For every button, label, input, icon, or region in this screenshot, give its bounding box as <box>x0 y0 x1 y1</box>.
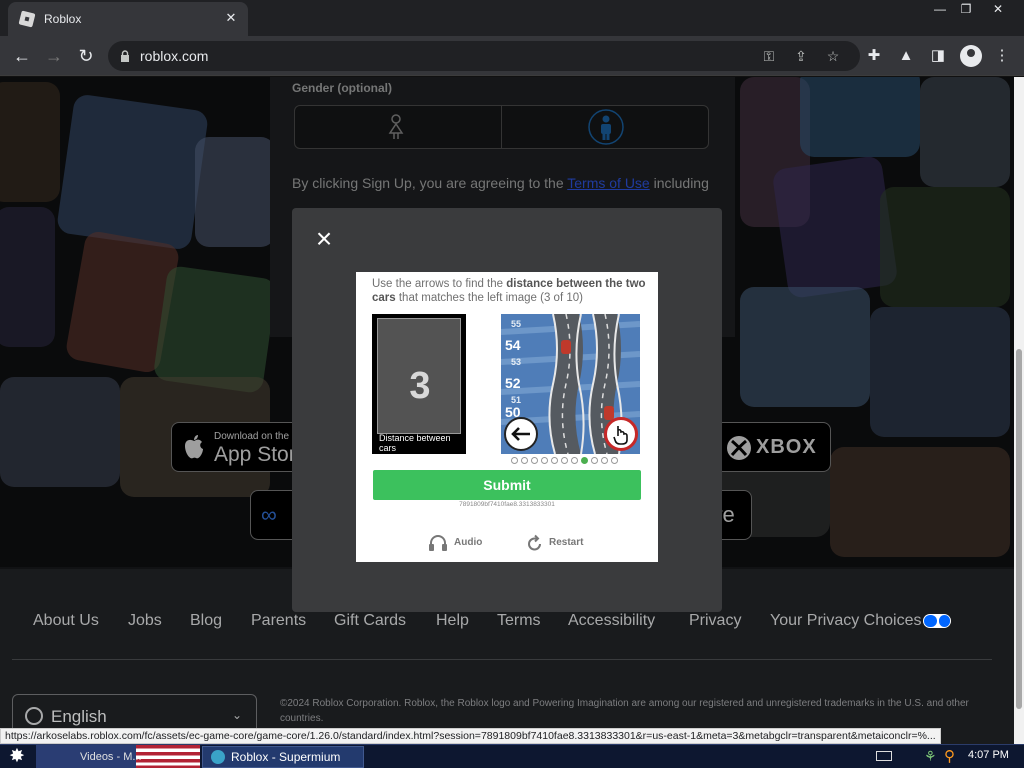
browser-toolbar: ← → ↻ roblox.com ⚿ ⇪ ☆ ✚ ▲ ◨ ⋮ <box>0 36 1024 76</box>
star-icon[interactable]: ☆ <box>824 47 842 65</box>
share-icon[interactable]: ⇪ <box>792 47 810 65</box>
footer-divider <box>12 659 992 660</box>
back-icon[interactable]: ← <box>10 44 34 68</box>
tab-title: Roblox <box>44 12 82 26</box>
progress-dot <box>561 457 568 464</box>
footer-link-jobs[interactable]: Jobs <box>128 612 162 630</box>
footer-link-accessibility[interactable]: Accessibility <box>568 612 655 630</box>
verification-modal: × Use the arrows to find the distance be… <box>292 208 722 612</box>
restore-button[interactable]: ❐ <box>952 0 980 18</box>
footer-link-about-us[interactable]: About Us <box>33 612 99 630</box>
progress-dot <box>511 457 518 464</box>
taskbar-item-label: Roblox - Supermium <box>231 750 341 764</box>
footer-link-terms[interactable]: Terms <box>497 612 541 630</box>
progress-dot <box>591 457 598 464</box>
address-bar[interactable]: roblox.com ⚿ ⇪ ☆ <box>108 41 860 71</box>
session-id-text: 7891809bf7410fae8.3313833301 <box>459 501 555 508</box>
scrollbar-thumb[interactable] <box>1016 349 1022 709</box>
profile-avatar-icon[interactable] <box>960 45 982 67</box>
browser-tab[interactable]: Roblox ✕ <box>8 2 248 36</box>
supermium-browser-icon <box>211 750 225 764</box>
road-number: 55 <box>511 319 521 329</box>
taskbar-item-roblox[interactable]: Roblox - Supermium <box>202 746 364 768</box>
page-scrollbar[interactable] <box>1014 77 1024 744</box>
chevron-down-icon: ⌄ <box>231 708 242 722</box>
restart-label: Restart <box>549 537 584 548</box>
headphones-icon <box>429 535 447 551</box>
forward-icon[interactable]: → <box>42 44 66 68</box>
footer-link-help[interactable]: Help <box>436 612 469 630</box>
progress-dot <box>541 457 548 464</box>
road-number: 52 <box>505 375 521 391</box>
captcha-instruction: Use the arrows to find the distance betw… <box>372 277 652 305</box>
arrow-left-icon <box>511 427 530 441</box>
language-value: English <box>51 707 107 726</box>
copyright-text: ©2024 Roblox Corporation. Roblox, the Ro… <box>280 698 969 724</box>
previous-arrow-button[interactable] <box>504 417 538 451</box>
taskbar-flag-wallpaper: Videos - M... <box>36 745 200 768</box>
progress-dot <box>581 457 588 464</box>
url-text[interactable]: roblox.com <box>140 48 208 64</box>
minimize-button[interactable]: — <box>926 0 954 18</box>
captcha-challenge: Use the arrows to find the distance betw… <box>356 272 658 562</box>
taskbar-clock[interactable]: 4:07 PM <box>968 749 1009 761</box>
road-puzzle-image: 55 54 53 52 51 50 <box>501 314 640 454</box>
modal-close-icon[interactable]: × <box>312 225 336 253</box>
instruction-post: that matches the left image (3 of 10) <box>395 292 583 304</box>
instruction-pre: Use the arrows to find the <box>372 278 507 290</box>
extensions-icon[interactable]: ✚ <box>864 46 884 66</box>
reference-number: 3 <box>409 365 431 407</box>
privacy-choices-label: Your Privacy Choices <box>770 612 922 629</box>
roblox-favicon-icon <box>18 10 36 28</box>
keyboard-icon[interactable] <box>876 751 892 761</box>
footer-link-privacy[interactable]: Privacy <box>689 612 741 630</box>
os-taskbar: ✸ Videos - M... Roblox - Supermium ⚘ ⚲ 4… <box>0 744 1024 768</box>
link-status-bar: https://arkoselabs.roblox.com/fc/assets/… <box>0 728 941 744</box>
reference-image: 3 Distance between cars <box>372 314 466 454</box>
reference-card: 3 <box>377 318 461 434</box>
page-content: Gender (optional) By clicking Sign Up, y… <box>0 77 1014 744</box>
tab-close-icon[interactable]: ✕ <box>222 9 240 27</box>
hand-cursor-icon <box>613 426 628 445</box>
lock-icon <box>121 50 129 62</box>
menu-kebab-icon[interactable]: ⋮ <box>992 46 1012 66</box>
road-number: 54 <box>505 337 521 353</box>
restart-icon <box>528 534 541 551</box>
network-icon[interactable]: ⚘ <box>924 748 937 765</box>
globe-icon <box>25 707 43 725</box>
footer-link-privacy-choices[interactable]: Your Privacy Choices <box>770 612 952 630</box>
browser-tab-strip: Roblox ✕ — ❐ ✕ <box>0 0 1024 36</box>
submit-button[interactable]: Submit <box>373 470 641 500</box>
labs-flask-icon[interactable]: ▲ <box>896 46 916 66</box>
footer-link-parents[interactable]: Parents <box>251 612 306 630</box>
progress-dot <box>531 457 538 464</box>
progress-dot <box>551 457 558 464</box>
road-number: 53 <box>511 357 521 367</box>
side-panel-icon[interactable]: ◨ <box>928 46 948 66</box>
footer-link-gift-cards[interactable]: Gift Cards <box>334 612 406 630</box>
privacy-choices-toggle-icon <box>923 613 952 628</box>
progress-dot <box>571 457 578 464</box>
progress-dot <box>611 457 618 464</box>
start-button-star-icon[interactable]: ✸ <box>4 746 30 768</box>
progress-dot <box>521 457 528 464</box>
footer-link-blog[interactable]: Blog <box>190 612 222 630</box>
car-top <box>561 340 571 354</box>
close-window-button[interactable]: ✕ <box>984 0 1012 18</box>
audio-label: Audio <box>454 537 483 548</box>
reference-caption: Distance between cars <box>379 433 451 453</box>
reload-icon[interactable]: ↻ <box>74 44 98 68</box>
search-icon[interactable]: ⚲ <box>944 747 955 765</box>
next-arrow-button[interactable] <box>604 417 638 451</box>
key-icon[interactable]: ⚿ <box>760 47 778 65</box>
progress-dot <box>601 457 608 464</box>
